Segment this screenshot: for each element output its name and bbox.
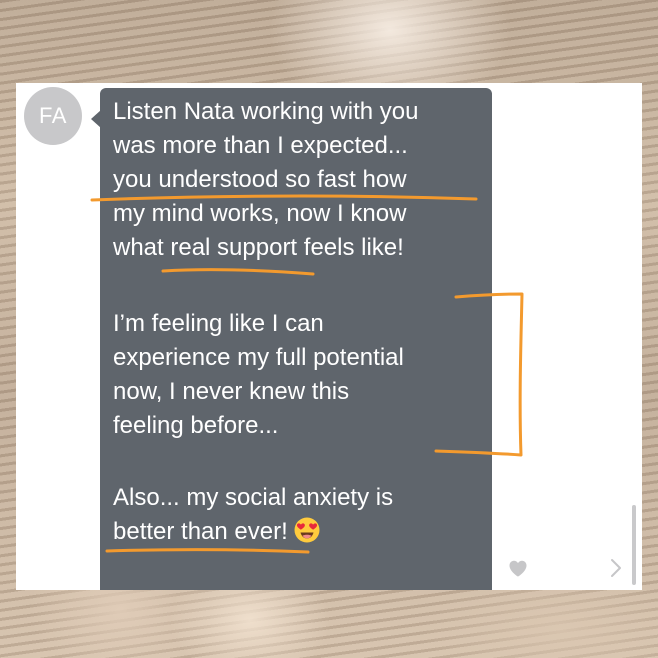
message-paragraph-2: I’m feeling like I can experience my ful… <box>113 310 404 439</box>
heart-icon[interactable] <box>507 557 529 579</box>
message-paragraph-1: Listen Nata working with you was more th… <box>113 98 419 261</box>
scrollbar-thumb[interactable] <box>632 505 636 585</box>
avatar-initials: FA <box>39 103 67 128</box>
message-paragraph-3-text: Also... my social anxiety is better than… <box>113 484 394 545</box>
heart-eyes-emoji-icon <box>294 517 320 543</box>
chevron-right-icon[interactable] <box>609 558 623 578</box>
message-paragraph-3: Also... my social anxiety is better than… <box>113 481 485 549</box>
contact-avatar[interactable]: FA <box>24 87 82 145</box>
